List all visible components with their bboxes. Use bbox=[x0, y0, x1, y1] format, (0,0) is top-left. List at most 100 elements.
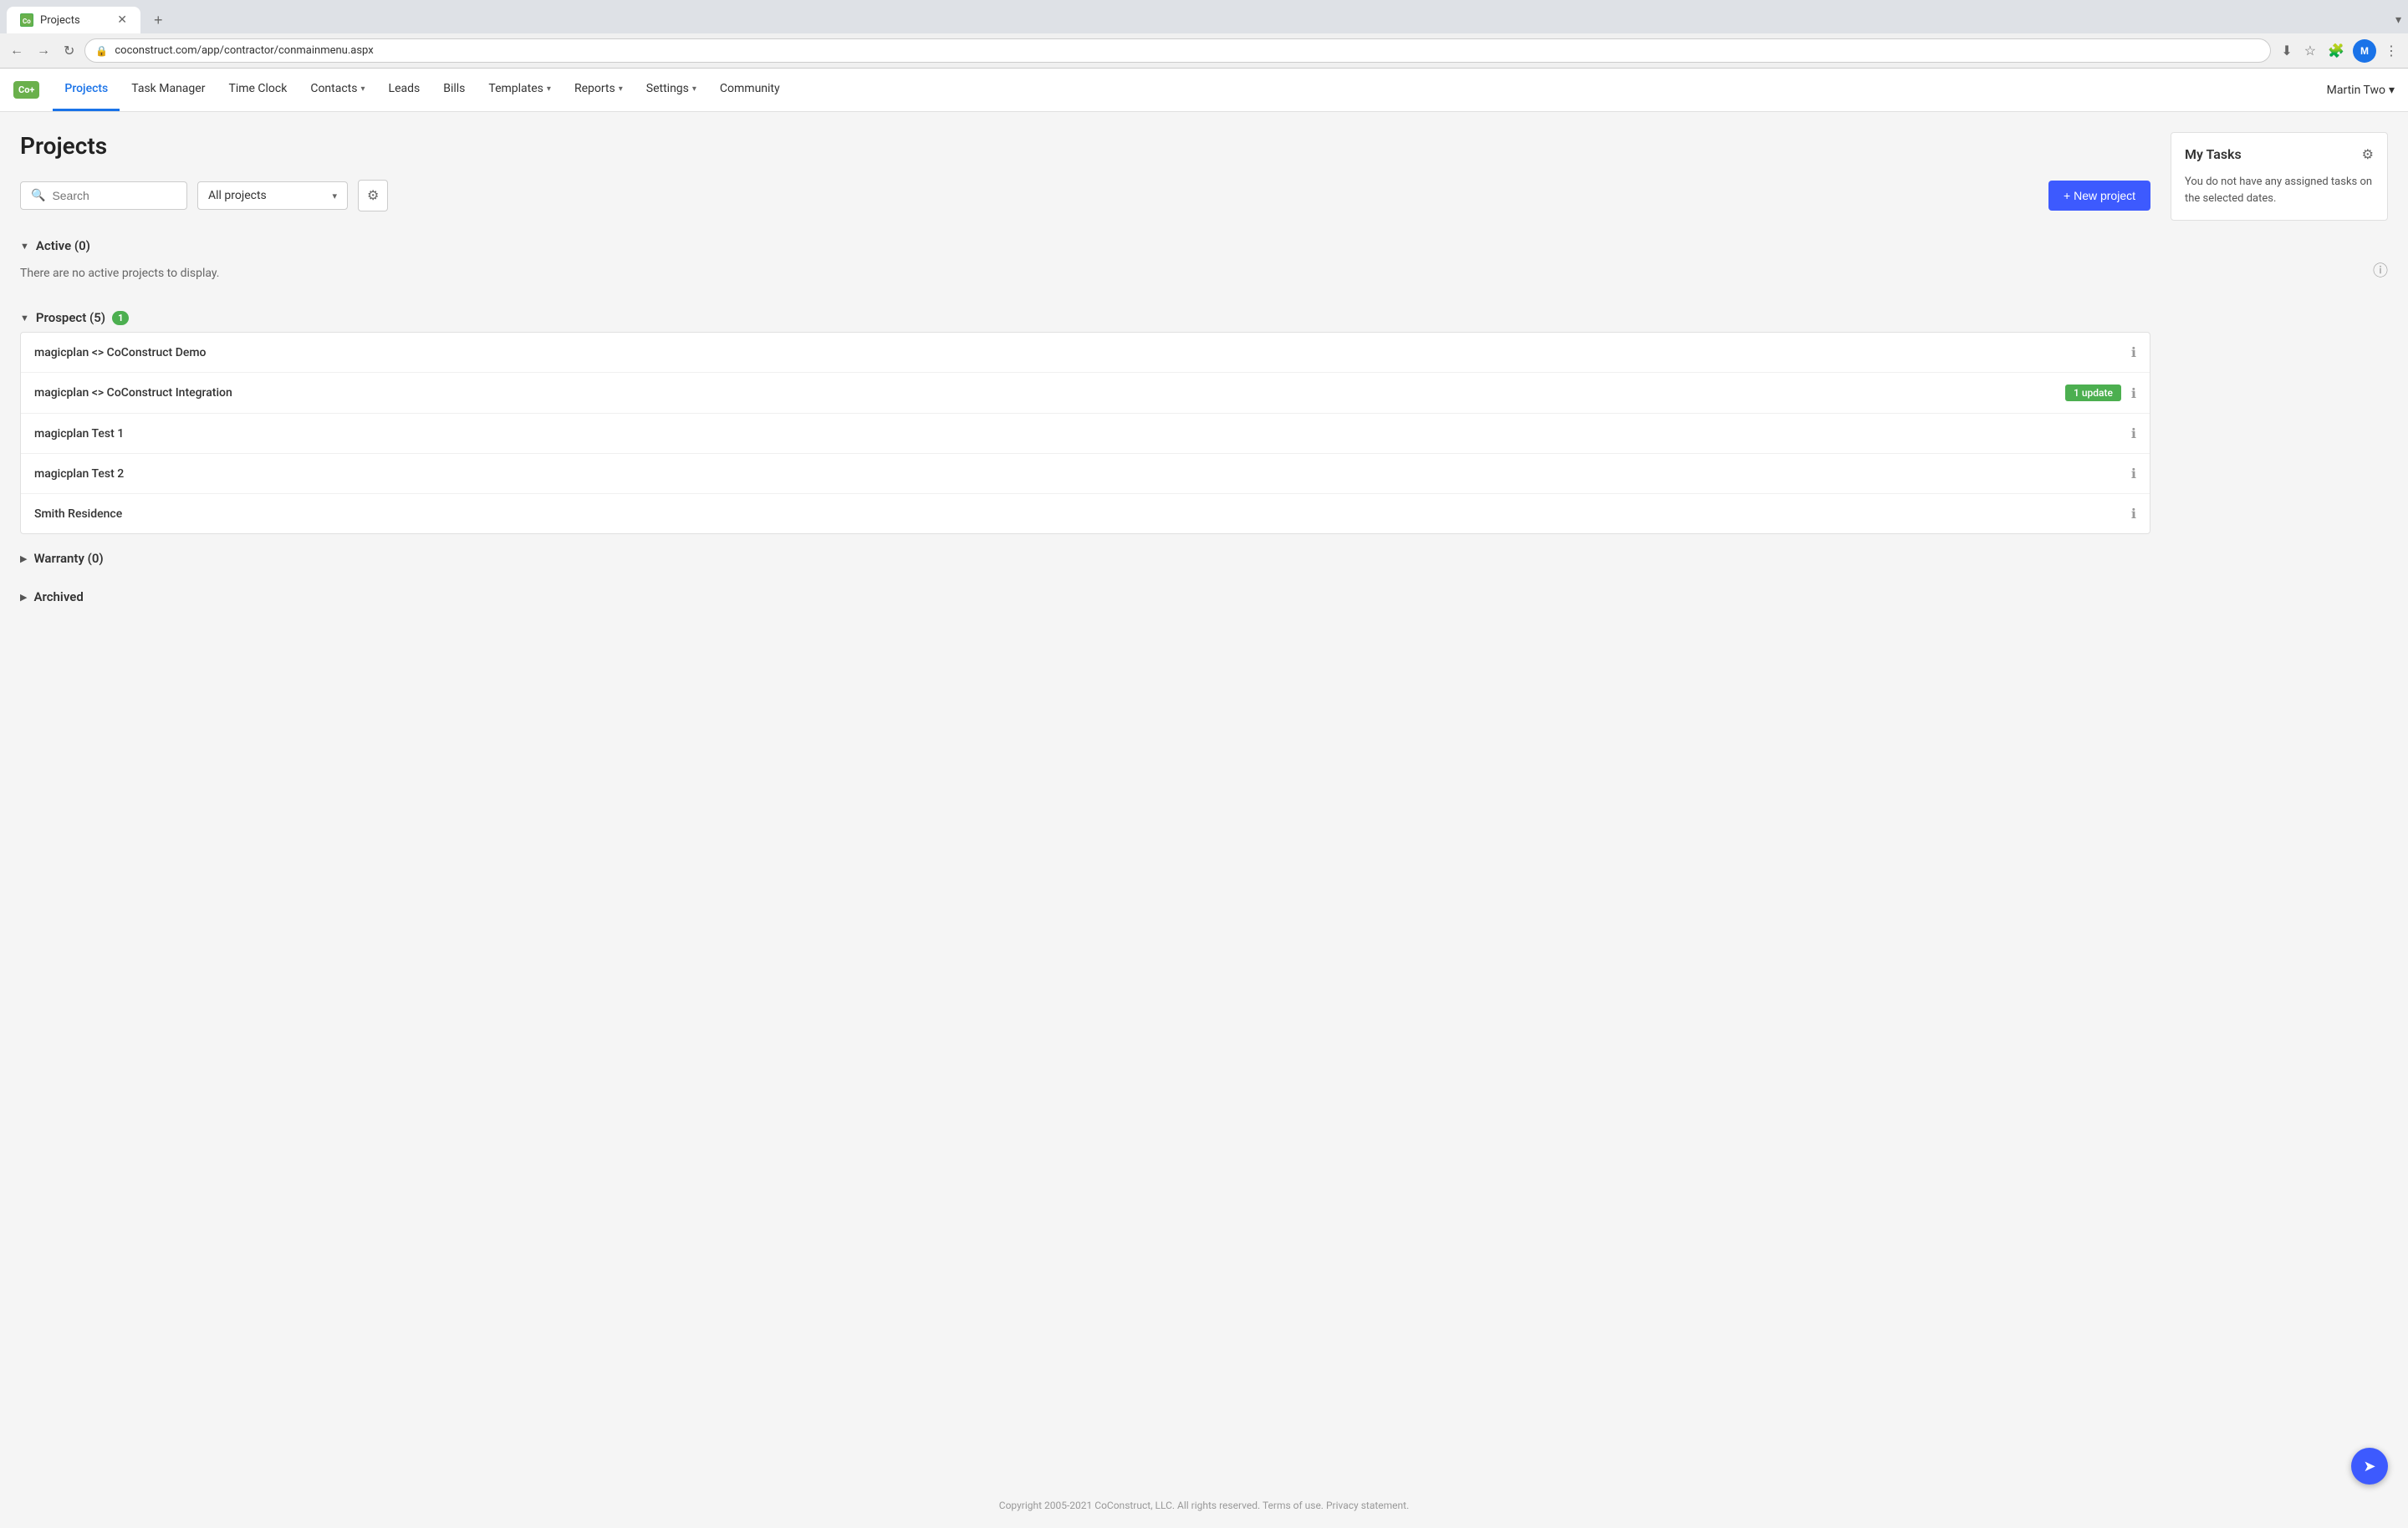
section-prospect: ▼ Prospect (5) 1 magicplan <> CoConstruct D… bbox=[20, 300, 2150, 534]
section-header-prospect[interactable]: ▼ Prospect (5) 1 bbox=[20, 300, 2150, 332]
nav-user[interactable]: Martin Two ▾ bbox=[2327, 84, 2395, 97]
nav-items: ProjectsTask ManagerTime ClockContacts ▾… bbox=[53, 69, 2326, 111]
section-archived: ▶ Archived bbox=[20, 579, 2150, 611]
svg-text:Co: Co bbox=[23, 18, 31, 25]
nav-item-settings[interactable]: Settings ▾ bbox=[635, 69, 708, 111]
download-button[interactable]: ⬇ bbox=[2278, 39, 2295, 63]
sections-container: ▼ Active (0) There are no active projects … bbox=[20, 228, 2150, 611]
lock-icon: 🔒 bbox=[95, 45, 108, 57]
tasks-header: My Tasks ⚙ bbox=[2185, 146, 2374, 162]
project-info-icon[interactable]: ℹ bbox=[2131, 506, 2136, 522]
nav-item-contacts[interactable]: Contacts ▾ bbox=[298, 69, 376, 111]
section-title-prospect: Prospect (5) bbox=[36, 310, 105, 325]
project-info-icon[interactable]: ℹ bbox=[2131, 344, 2136, 360]
footer: Copyright 2005-2021 CoConstruct, LLC. Al… bbox=[0, 1483, 2408, 1528]
section-chevron-archived: ▶ bbox=[20, 592, 27, 603]
tasks-panel: My Tasks ⚙ You do not have any assigned … bbox=[2171, 132, 2388, 221]
menu-button[interactable]: ⋮ bbox=[2381, 39, 2401, 63]
back-button[interactable]: ← bbox=[7, 40, 27, 62]
nav-item-time-clock[interactable]: Time Clock bbox=[217, 69, 298, 111]
project-name: magicplan Test 2 bbox=[34, 467, 2131, 481]
settings-gear-button[interactable]: ⚙ bbox=[358, 180, 388, 211]
tab-favicon: Co bbox=[20, 13, 33, 27]
help-icon[interactable]: ⓘ bbox=[2373, 259, 2388, 281]
section-badge-prospect: 1 bbox=[112, 311, 129, 325]
tasks-empty-message: You do not have any assigned tasks on th… bbox=[2185, 174, 2374, 206]
section-title-active: Active (0) bbox=[36, 238, 90, 253]
project-row[interactable]: magicplan <> CoConstruct Integration1 up… bbox=[21, 373, 2150, 414]
address-bar-row: ← → ↻ 🔒 coconstruct.com/app/contractor/c… bbox=[0, 33, 2408, 68]
reload-button[interactable]: ↻ bbox=[60, 39, 78, 63]
section-empty-active: There are no active projects to display. bbox=[20, 260, 2150, 293]
project-info-icon[interactable]: ℹ bbox=[2131, 385, 2136, 401]
tasks-gear-icon[interactable]: ⚙ bbox=[2362, 146, 2374, 162]
search-icon: 🔍 bbox=[31, 189, 45, 202]
chrome-user-avatar[interactable]: M bbox=[2353, 39, 2376, 63]
browser-actions: ⬇ ☆ 🧩 M ⋮ bbox=[2278, 39, 2401, 63]
bookmark-button[interactable]: ☆ bbox=[2301, 39, 2319, 63]
filter-dropdown[interactable]: All projects ▾ bbox=[197, 181, 348, 210]
tasks-title: My Tasks bbox=[2185, 146, 2242, 162]
tab-dropdown-button[interactable]: ▾ bbox=[2395, 13, 2401, 27]
new-tab-button[interactable]: + bbox=[147, 8, 170, 33]
project-row[interactable]: magicplan Test 1ℹ bbox=[21, 414, 2150, 454]
copyright-text: Copyright 2005-2021 CoConstruct, LLC. Al… bbox=[999, 1500, 1260, 1511]
nav-item-bills[interactable]: Bills bbox=[431, 69, 477, 111]
main-content: Projects 🔍 All projects ▾ ⚙ + New projec… bbox=[20, 132, 2150, 1463]
close-tab-button[interactable]: ✕ bbox=[117, 13, 127, 27]
extensions-button[interactable]: 🧩 bbox=[2324, 39, 2348, 63]
filter-chevron: ▾ bbox=[332, 191, 337, 201]
nav-item-task-manager[interactable]: Task Manager bbox=[120, 69, 217, 111]
project-info-icon[interactable]: ℹ bbox=[2131, 466, 2136, 481]
app-logo[interactable]: Co+ bbox=[13, 81, 39, 99]
search-input[interactable] bbox=[52, 189, 169, 202]
nav-item-chevron: ▾ bbox=[619, 84, 623, 94]
page-content: Projects 🔍 All projects ▾ ⚙ + New projec… bbox=[0, 112, 2408, 1483]
tab-bar: Co Projects ✕ + ▾ bbox=[0, 0, 2408, 33]
project-row[interactable]: magicplan Test 2ℹ bbox=[21, 454, 2150, 494]
section-header-archived[interactable]: ▶ Archived bbox=[20, 579, 2150, 611]
nav-item-chevron: ▾ bbox=[547, 84, 551, 94]
project-list-prospect: magicplan <> CoConstruct Demoℹmagicplan … bbox=[20, 332, 2150, 534]
project-row[interactable]: magicplan <> CoConstruct Demoℹ bbox=[21, 333, 2150, 373]
new-project-button[interactable]: + New project bbox=[2048, 181, 2150, 211]
nav-item-community[interactable]: Community bbox=[708, 69, 792, 111]
nav-item-chevron: ▾ bbox=[361, 84, 365, 94]
toolbar: 🔍 All projects ▾ ⚙ + New project bbox=[20, 180, 2150, 211]
app-nav: Co+ ProjectsTask ManagerTime ClockContac… bbox=[0, 69, 2408, 112]
filter-label: All projects bbox=[208, 189, 267, 202]
url-display: coconstruct.com/app/contractor/conmainme… bbox=[115, 44, 2260, 57]
section-title-warranty: Warranty (0) bbox=[33, 551, 103, 566]
terms-link[interactable]: Terms of use. bbox=[1263, 1500, 1324, 1511]
section-title-archived: Archived bbox=[33, 589, 83, 604]
nav-item-reports[interactable]: Reports ▾ bbox=[563, 69, 635, 111]
project-info-icon[interactable]: ℹ bbox=[2131, 425, 2136, 441]
section-chevron-prospect: ▼ bbox=[20, 313, 29, 323]
section-warranty: ▶ Warranty (0) bbox=[20, 541, 2150, 573]
address-bar[interactable]: 🔒 coconstruct.com/app/contractor/conmain… bbox=[84, 38, 2271, 63]
search-box[interactable]: 🔍 bbox=[20, 181, 187, 210]
nav-item-projects[interactable]: Projects bbox=[53, 69, 120, 111]
project-update-badge: 1 update bbox=[2065, 385, 2121, 401]
section-chevron-warranty: ▶ bbox=[20, 553, 27, 564]
project-name: magicplan <> CoConstruct Integration bbox=[34, 386, 2065, 400]
section-header-warranty[interactable]: ▶ Warranty (0) bbox=[20, 541, 2150, 573]
nav-arrow-icon: ➤ bbox=[2363, 1458, 2375, 1475]
nav-item-templates[interactable]: Templates ▾ bbox=[477, 69, 563, 111]
project-name: magicplan Test 1 bbox=[34, 427, 2131, 441]
forward-button[interactable]: → bbox=[33, 40, 54, 62]
project-row[interactable]: Smith Residenceℹ bbox=[21, 494, 2150, 533]
navigation-arrow-button[interactable]: ➤ bbox=[2351, 1448, 2388, 1485]
page-title: Projects bbox=[20, 132, 2150, 160]
tasks-sidebar: My Tasks ⚙ You do not have any assigned … bbox=[2171, 132, 2388, 1463]
section-chevron-active: ▼ bbox=[20, 241, 29, 252]
section-active: ▼ Active (0) There are no active projects … bbox=[20, 228, 2150, 293]
project-name: magicplan <> CoConstruct Demo bbox=[34, 346, 2131, 359]
section-header-active[interactable]: ▼ Active (0) bbox=[20, 228, 2150, 260]
nav-item-leads[interactable]: Leads bbox=[377, 69, 432, 111]
privacy-link[interactable]: Privacy statement. bbox=[1326, 1500, 1409, 1511]
active-tab[interactable]: Co Projects ✕ bbox=[7, 7, 140, 33]
nav-item-chevron: ▾ bbox=[692, 84, 696, 94]
nav-user-name: Martin Two bbox=[2327, 84, 2385, 97]
nav-user-chevron: ▾ bbox=[2389, 84, 2395, 97]
